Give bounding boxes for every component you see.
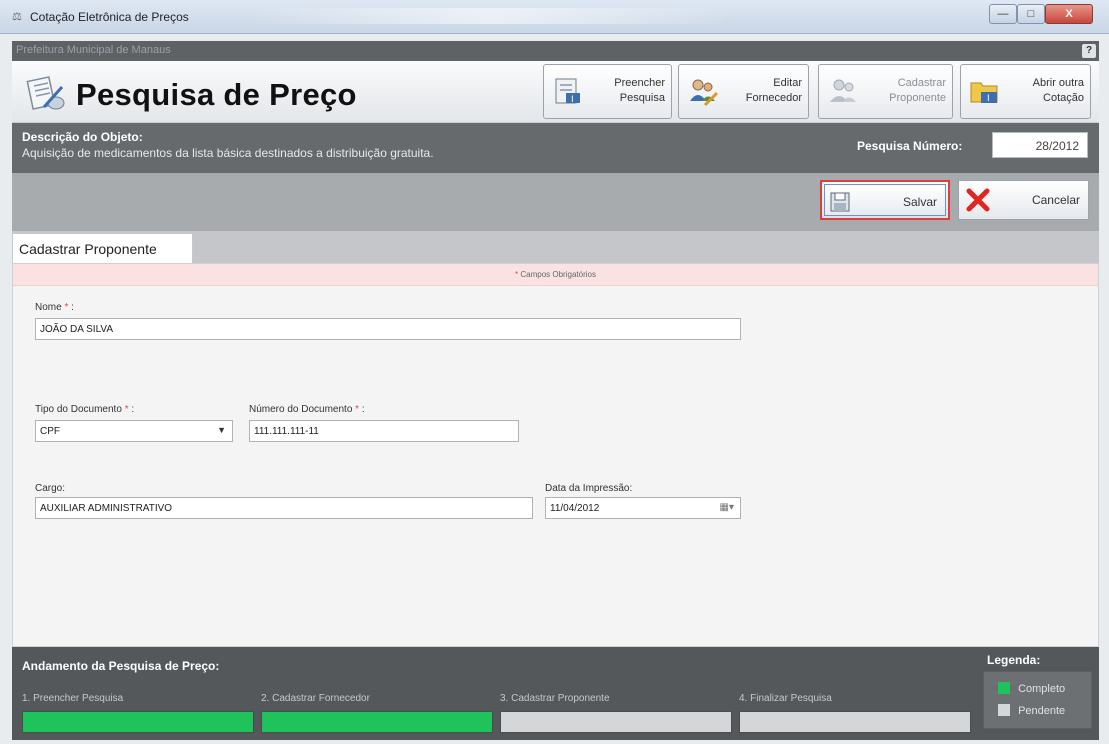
calendar-dropdown-icon[interactable]: ▦▾ [720,502,734,513]
svg-text:I: I [987,94,990,104]
name-field-label: Nome * : [35,302,74,313]
progress-step-bar [22,711,254,733]
tab-label: Cadastrar Proponente [19,241,157,257]
edit-form-icon: I [555,78,580,105]
object-description-bar: Descrição do Objeto: Aquisição de medica… [12,123,1099,173]
object-description-text: Aquisição de medicamentos da lista básic… [22,146,434,160]
register-bidder-label: Cadastrar Proponente [889,77,946,104]
legend: Completo Pendente [983,671,1092,729]
required-note: Campos Obrigatórios [520,270,596,279]
help-button[interactable]: ? [1082,44,1096,58]
fill-survey-button[interactable]: I Preencher Pesquisa [543,64,672,119]
legend-swatch-pending [998,704,1010,716]
document-number-label: Número do Documento * : [249,404,365,415]
document-type-value: CPF [40,426,60,437]
fill-survey-label: Preencher Pesquisa [614,77,665,104]
legend-label-complete: Completo [1018,683,1066,695]
action-bar: Salvar Cancelar [12,173,1099,231]
document-type-select[interactable]: CPF ▼ [35,420,233,442]
legend-label-pending: Pendente [1018,705,1066,717]
legend-swatch-complete [998,682,1010,694]
required-fields-text: * Campos Obrigatórios [13,270,1098,279]
name-input[interactable]: JOÃO DA SILVA [35,318,741,340]
survey-number-field: 28/2012 [992,132,1088,158]
main-content: Cadastrar Proponente * Campos Obrigatóri… [12,231,1099,647]
required-fields-notice: * Campos Obrigatórios [13,264,1098,286]
cancel-button-label: Cancelar [1031,193,1080,207]
floppy-disk-icon [830,192,850,212]
open-folder-icon: I [970,82,998,104]
required-mark: * [515,270,519,279]
progress-step-bar [739,711,971,733]
progress-step-label: 1. Preencher Pesquisa [22,693,124,704]
minimize-button[interactable]: — [989,4,1017,24]
bidder-form: * Campos Obrigatórios Nome * : JOÃO DA S… [12,263,1099,647]
add-user-icon [830,79,856,102]
window-title: Cotação Eletrônica de Preços [30,10,189,24]
progress-step-label: 2. Cadastrar Fornecedor [261,693,370,704]
red-x-icon [966,188,990,212]
survey-number-label: Pesquisa Número: [857,139,963,153]
progress-step-bar [261,711,493,733]
legend-title: Legenda: [987,653,1041,667]
legend-item-complete: Completo [998,682,1065,695]
svg-text:I: I [571,95,574,105]
progress-step-bar [500,711,732,733]
page-title: Pesquisa de Preço [76,77,357,112]
position-label: Cargo: [35,483,66,494]
organization-name: Prefeitura Municipal de Manaus [16,44,171,56]
chevron-down-icon: ▼ [217,425,226,435]
organization-bar: Prefeitura Municipal de Manaus ? [12,41,1099,61]
progress-step-label: 4. Finalizar Pesquisa [739,693,832,704]
close-button[interactable]: X [1045,4,1093,24]
edit-supplier-label: Editar Fornecedor [745,77,802,104]
titlebar-blur [250,8,730,24]
open-other-quote-button[interactable]: I Abrir outra Cotação [960,64,1091,119]
print-date-label: Data da Impressão: [545,483,633,494]
save-button-inner: Salvar [824,184,946,216]
edit-supplier-button[interactable]: Editar Fornecedor [678,64,809,119]
maximize-button[interactable]: □ [1017,4,1045,24]
progress-step-label: 3. Cadastrar Proponente [500,693,610,704]
document-type-label: Tipo do Documento * : [35,404,135,415]
document-number-input[interactable]: 111.111.111-11 [249,420,519,442]
legend-item-pending: Pendente [998,704,1065,717]
print-date-input[interactable]: 11/04/2012 ▦▾ [545,497,741,519]
document-pen-icon [26,76,65,110]
object-description-label: Descrição do Objeto: [22,130,143,144]
position-input[interactable]: AUXILIAR ADMINISTRATIVO [35,497,533,519]
tab-register-bidder[interactable]: Cadastrar Proponente [12,233,193,263]
print-date-value: 11/04/2012 [550,503,600,514]
scale-icon: ⚖ [12,11,22,23]
page-header: Pesquisa de Preço I Preencher Pesquisa E… [12,61,1099,123]
cancel-button[interactable]: Cancelar [958,180,1089,220]
users-edit-icon [690,79,719,107]
window-titlebar: ⚖ Cotação Eletrônica de Preços — □ X [0,0,1109,34]
register-bidder-button[interactable]: Cadastrar Proponente [818,64,953,119]
open-other-quote-label: Abrir outra Cotação [1032,77,1084,104]
save-button-label: Salvar [902,195,937,209]
progress-footer: Andamento da Pesquisa de Preço: 1. Preen… [12,647,1099,740]
save-button[interactable]: Salvar [820,180,950,220]
progress-title: Andamento da Pesquisa de Preço: [22,659,220,673]
